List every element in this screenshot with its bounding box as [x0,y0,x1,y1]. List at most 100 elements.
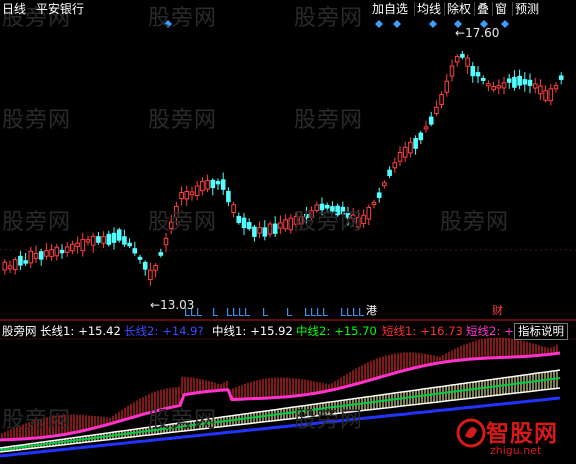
candle-body [532,83,538,89]
candle-body [80,238,86,252]
candle-body [491,86,496,91]
indicator-long2: 长线2: +14.9? [124,324,204,338]
l-event-marker: L [212,306,219,319]
candle-body [402,146,408,158]
stock-name: 平安银行 [35,2,84,16]
indicator-source: 股旁网 [2,324,37,338]
period-label: 日线 [2,2,27,16]
candle-body [434,106,439,115]
candle-body [194,185,200,196]
candle-body [12,259,18,270]
candle-body [54,246,60,257]
candle-body [262,227,268,237]
candle-body [158,252,164,256]
watermark: 股旁网 [148,6,218,31]
diamond-marker [393,20,401,28]
indicator-short2: 短线2: + [466,324,514,338]
candle-body [454,56,460,63]
candle-body [64,246,70,253]
candle-body [465,57,470,67]
candle-body [423,126,429,130]
candle-body [418,132,424,141]
candle-body [148,269,153,281]
watermark: 股旁网 [148,210,218,235]
candle-body [371,201,377,206]
candle-body [153,264,158,271]
diamond-marker [375,20,383,28]
candle-body [428,116,434,125]
window-button[interactable]: 窗 [492,2,507,16]
watermark: 股旁网 [294,6,364,31]
candle-body [444,80,450,93]
candle-body [288,217,294,231]
overlay-button[interactable]: 叠 [474,2,489,16]
moving-average-button[interactable]: 均线 [414,2,441,16]
candle-body [142,261,148,270]
watermark: 股旁网 [294,210,364,235]
candle-body [18,255,23,266]
l-event-marker: L [262,306,269,319]
candle-body [252,226,257,237]
candle-body [392,162,398,169]
candle-body [28,250,34,264]
candle-body [122,236,127,245]
high-price-marker: ←17.60 [455,26,500,40]
hk-event-marker[interactable]: 港 [366,304,377,318]
candle-body [366,206,372,220]
candle-body [33,252,39,259]
indicator-long1: 长线1: +15.42 [40,324,121,338]
indicator-mid2: 中线2: +15.70 [296,324,377,338]
logo-url: zhigu.net [490,444,542,457]
low-price-marker: ←13.03 [150,298,195,312]
add-watchlist-button[interactable]: 加自选 [372,2,408,16]
indicator-short1: 短线1: +16.73 [382,324,463,338]
ex-rights-button[interactable]: 除权 [444,2,471,16]
candlestick-series[interactable] [2,50,564,286]
candle-body [226,190,231,203]
candle-body [470,65,476,77]
watermark: 股旁网 [148,408,218,433]
candle-body [184,190,190,200]
candle-body [413,138,418,149]
l-event-marker: L [244,306,251,319]
indicator-mid1: 中线1: +15.92 [212,324,293,338]
candle-body [480,77,486,82]
watermark: 股旁网 [294,408,364,433]
candle-body [512,77,517,88]
finance-event-marker[interactable]: 财 [492,304,503,318]
candle-body [70,243,75,252]
watermark: 股旁网 [2,108,72,133]
forecast-button[interactable]: 预测 [512,2,539,16]
candle-body [38,251,44,260]
site-logo: 智股网 zhigu.net [456,414,574,462]
candle-body [382,182,387,187]
candle-body [449,65,455,77]
candle-body [257,227,262,234]
logo-icon [456,418,486,448]
candle-body [101,236,106,244]
candle-body [496,85,502,89]
candle-body [200,180,205,192]
candle-body [127,242,132,247]
candle-body [283,219,288,230]
indicator-help-button[interactable]: 指标说明 [514,323,568,340]
candle-body [116,229,122,241]
candle-body [246,222,252,230]
watermark: 股旁网 [148,108,218,133]
candle-body [439,94,444,106]
candle-body [75,242,80,247]
candle-body [137,256,143,260]
candle-body [231,204,236,214]
candle-body [23,260,28,264]
candle-body [59,249,65,254]
watermark: 股旁网 [294,108,364,133]
candle-body [517,75,522,86]
candle-body [7,265,13,270]
candle-body [486,83,491,87]
candle-body [376,192,382,198]
candle-body [543,90,548,101]
l-event-marker: L [286,306,293,319]
candle-body [132,248,138,254]
candle-body [387,169,392,176]
candle-body [267,223,273,235]
